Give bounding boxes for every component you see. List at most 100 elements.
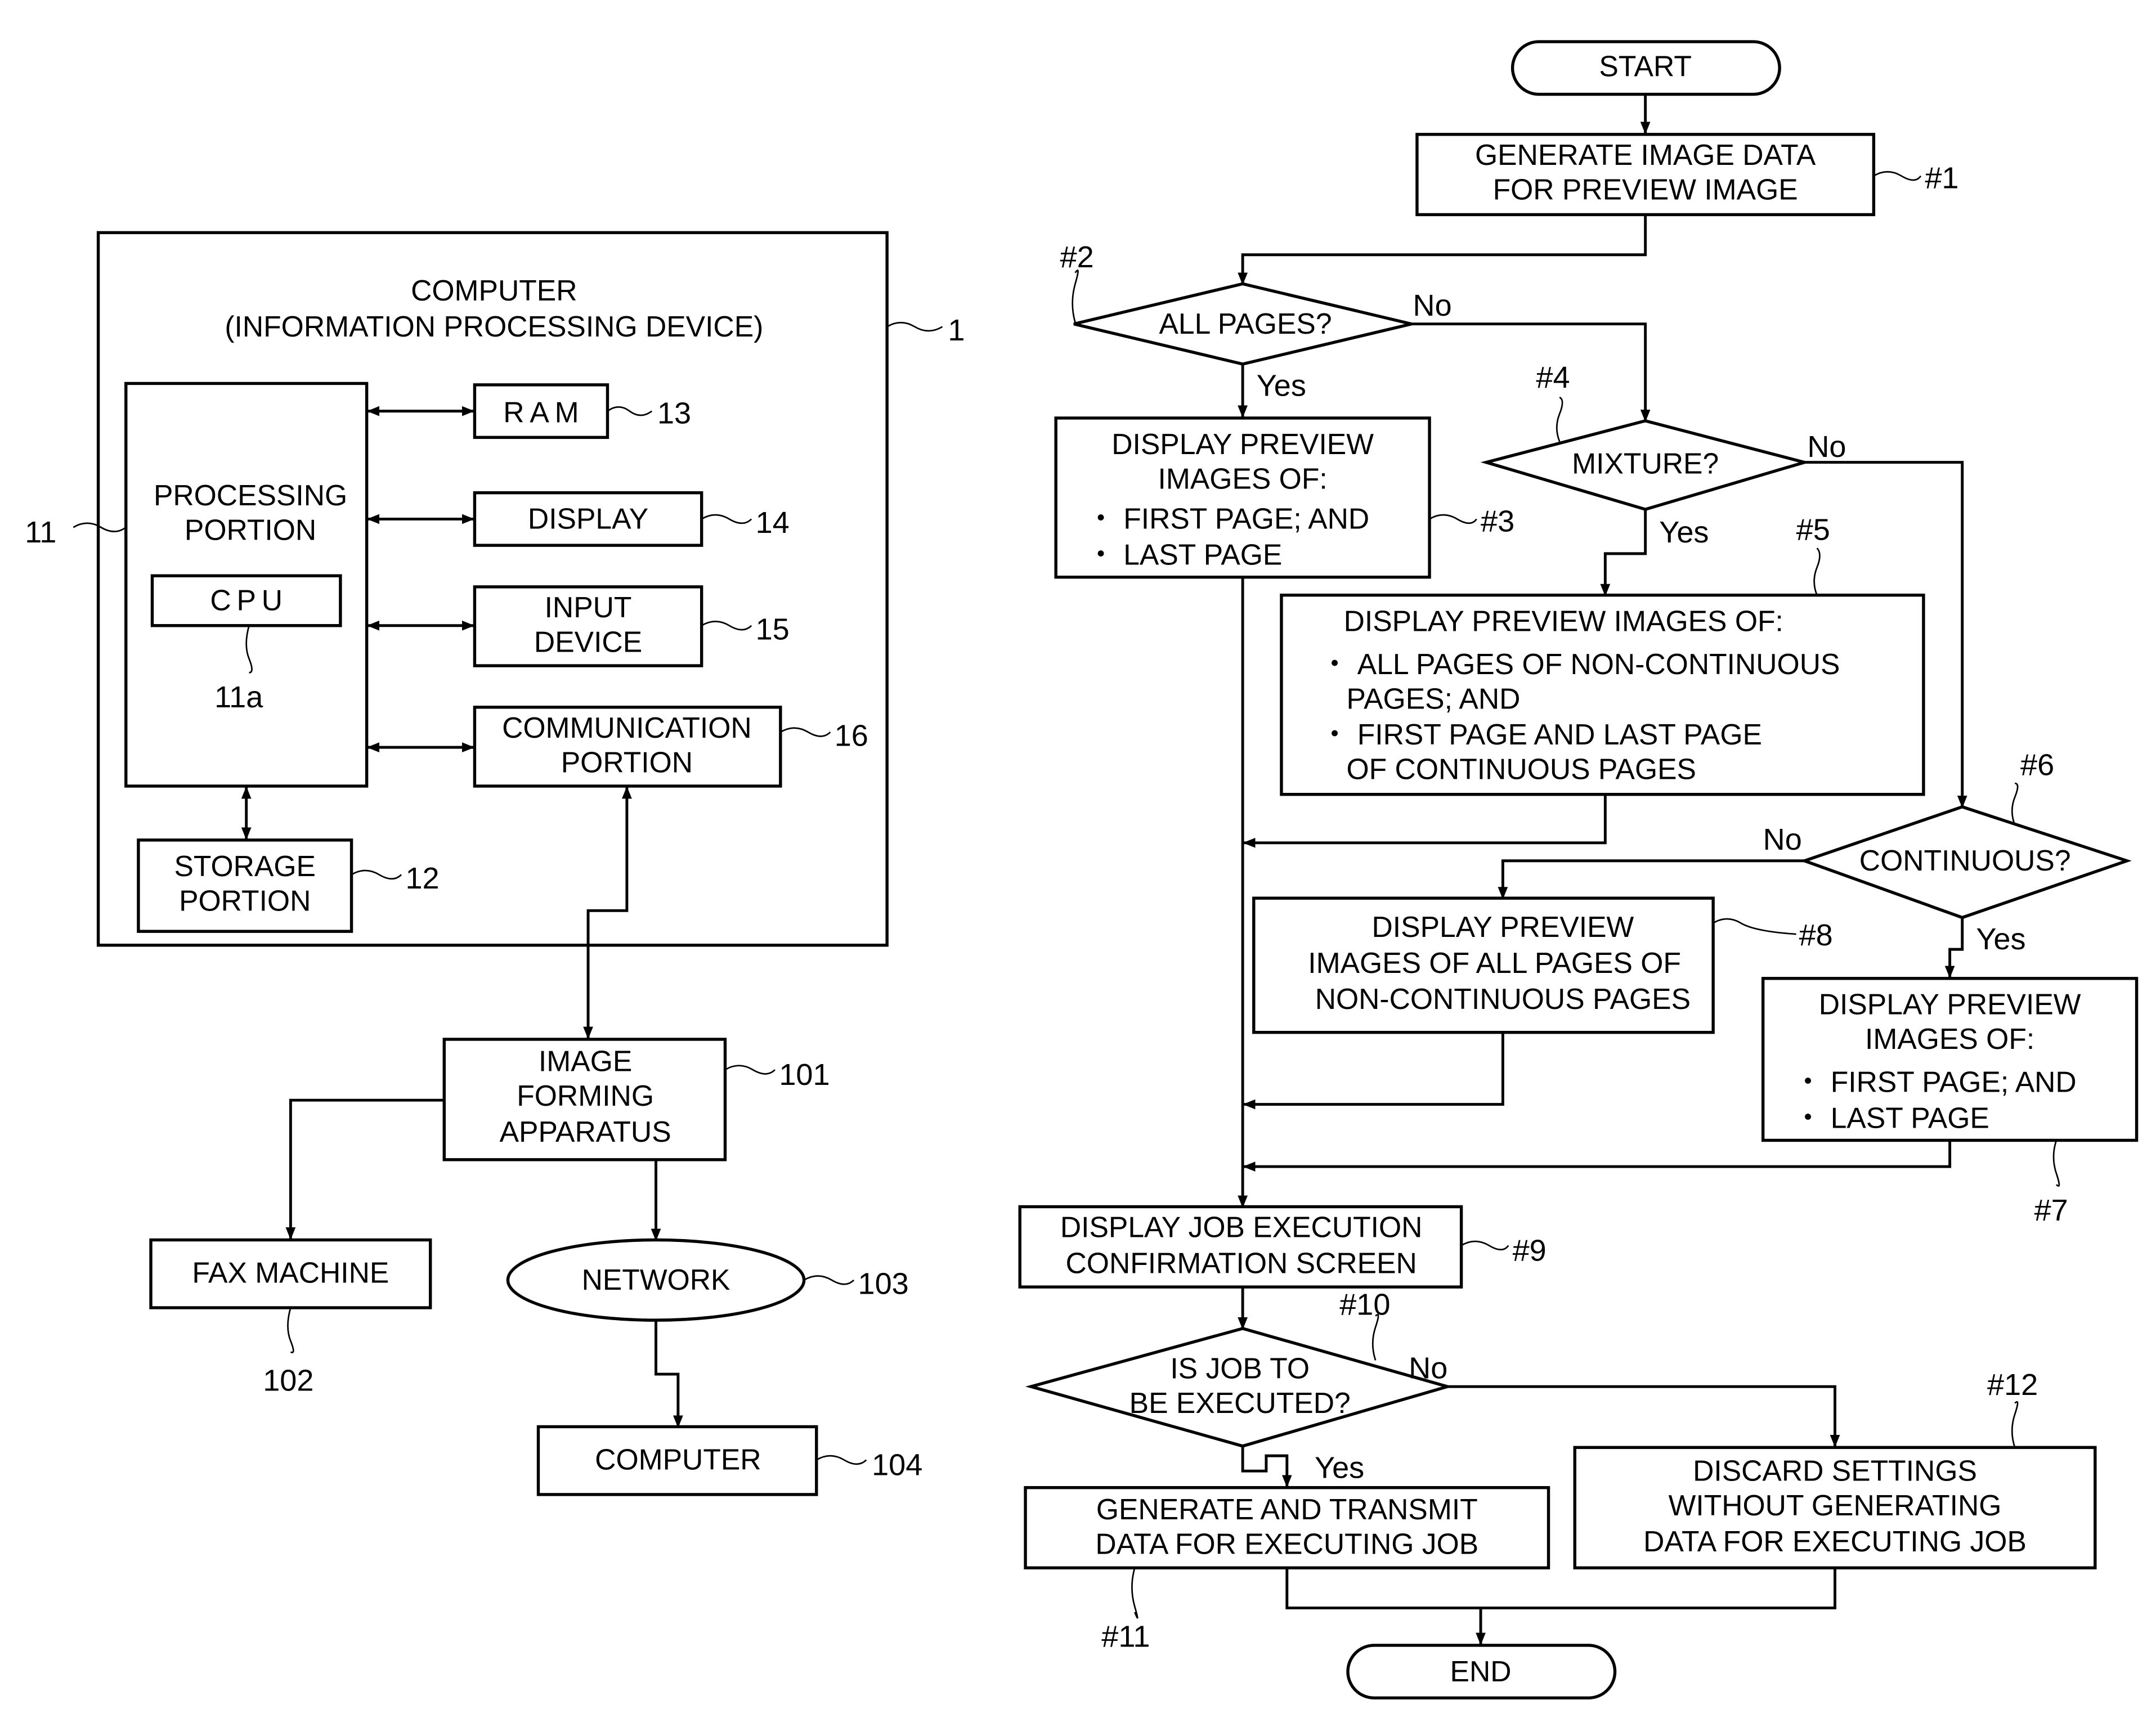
step-10-line1: IS JOB TO — [1170, 1352, 1310, 1384]
step-8-line1: DISPLAY PREVIEW — [1372, 910, 1634, 943]
ref-leader-102 — [287, 1307, 294, 1353]
ref-leader-step-9 — [1460, 1240, 1509, 1251]
storage-portion-line1: STORAGE — [174, 850, 316, 882]
step-5-ref: #5 — [1796, 513, 1830, 546]
step-8-line3: NON-CONTINUOUS PAGES — [1315, 982, 1691, 1015]
step-4-yes-label: Yes — [1659, 515, 1709, 549]
ref-101: 101 — [779, 1058, 830, 1092]
ref-16: 16 — [835, 719, 868, 753]
step-5-line1: DISPLAY PREVIEW IMAGES OF: — [1344, 605, 1783, 638]
ifa-line3: APPARATUS — [500, 1115, 671, 1148]
step-2-text: ALL PAGES? — [1159, 307, 1332, 340]
ifa-line1: IMAGE — [539, 1045, 632, 1078]
s5-merge-arrow — [1243, 794, 1607, 848]
s1-to-s2-arrow — [1238, 214, 1647, 285]
step-6-no-label: No — [1763, 823, 1802, 856]
step-12-line3: DATA FOR EXECUTING JOB — [1643, 1525, 2027, 1558]
step-9-ref: #9 — [1513, 1233, 1547, 1267]
s6-yes-arrow — [1944, 917, 1964, 979]
ref-leader-step-2 — [1072, 270, 1079, 323]
step-3-ref: #3 — [1481, 505, 1514, 539]
step-4-text: MIXTURE? — [1572, 447, 1719, 479]
block-diagram: COMPUTER (INFORMATION PROCESSING DEVICE)… — [25, 231, 965, 1496]
step-7-ref: #7 — [2034, 1193, 2068, 1227]
ifa-to-fax-arrow — [285, 1098, 445, 1240]
step-7-line2: IMAGES OF: — [1865, 1022, 2034, 1055]
step-3-line1: DISPLAY PREVIEW — [1111, 428, 1374, 460]
step-6-text: CONTINUOUS? — [1859, 844, 2071, 877]
step-5-line2: ・ ALL PAGES OF NON-CONTINUOUS — [1320, 648, 1840, 680]
ref-leader-101 — [724, 1065, 776, 1075]
step-8-line2: IMAGES OF ALL PAGES OF — [1308, 946, 1681, 979]
step-4-no-label: No — [1807, 430, 1846, 464]
s7-merge-arrow — [1243, 1140, 1952, 1172]
step-12-line2: WITHOUT GENERATING — [1669, 1489, 2002, 1522]
input-device-line2: DEVICE — [534, 625, 642, 658]
ref-leader-103 — [803, 1275, 855, 1285]
ref-11a: 11a — [214, 680, 263, 714]
computer-104-label: COMPUTER — [595, 1443, 761, 1476]
step-2-no-label: No — [1413, 289, 1452, 322]
s10-no-arrow — [1447, 1385, 1840, 1448]
step-3-line3: ・ FIRST PAGE; AND — [1086, 502, 1369, 535]
ref-leader-step-3 — [1429, 514, 1477, 524]
step-1-line2: FOR PREVIEW IMAGE — [1493, 173, 1798, 205]
ifa-line2: FORMING — [517, 1079, 654, 1112]
ref-leader-1 — [886, 321, 943, 332]
step-3-line4: ・ LAST PAGE — [1086, 539, 1282, 571]
end-label: END — [1450, 1655, 1512, 1688]
flowchart: START GENERATE IMAGE DATA FOR PREVIEW IM… — [1018, 40, 2139, 1700]
ram-label: RAM — [503, 396, 584, 428]
step-2-ref: #2 — [1060, 240, 1094, 274]
step-12-line1: DISCARD SETTINGS — [1693, 1454, 1977, 1487]
network-to-computer-arrow — [655, 1320, 683, 1428]
ref-14: 14 — [756, 506, 790, 540]
ref-leader-step-7 — [2052, 1140, 2060, 1187]
step-12-ref: #12 — [1987, 1368, 2038, 1402]
ref-leader-step-1 — [1873, 170, 1922, 181]
ref-leader-step-5 — [1813, 548, 1821, 596]
step-5-line5: OF CONTINUOUS PAGES — [1347, 753, 1696, 786]
start-label: START — [1599, 50, 1691, 83]
network-label: NETWORK — [582, 1263, 730, 1296]
ref-11: 11 — [25, 515, 56, 549]
ref-12: 12 — [405, 862, 439, 895]
ref-leader-step-6 — [2011, 782, 2019, 825]
fax-machine-label: FAX MACHINE — [192, 1257, 389, 1289]
processing-portion-line1: PROCESSING — [154, 479, 347, 511]
ref-104: 104 — [872, 1448, 922, 1482]
display-label: DISPLAY — [528, 502, 648, 535]
ref-102: 102 — [263, 1364, 313, 1398]
ref-103: 103 — [858, 1267, 909, 1300]
ref-1: 1 — [948, 313, 965, 347]
step-7-line4: ・ LAST PAGE — [1794, 1101, 1989, 1134]
step-10-ref: #10 — [1339, 1287, 1390, 1321]
patent-figure: COMPUTER (INFORMATION PROCESSING DEVICE)… — [25, 40, 2139, 1700]
ref-leader-step-10 — [1371, 1313, 1379, 1361]
ref-15: 15 — [756, 612, 790, 646]
cpu-label: CPU — [210, 584, 288, 617]
step-2-yes-label: Yes — [1257, 369, 1306, 403]
step-7-line1: DISPLAY PREVIEW — [1819, 988, 2081, 1021]
ref-leader-step-12 — [2011, 1401, 2019, 1448]
step-9-line1: DISPLAY JOB EXECUTION — [1060, 1211, 1423, 1244]
step-4-ref: #4 — [1536, 361, 1570, 394]
input-device-line1: INPUT — [545, 591, 632, 623]
storage-portion-line2: PORTION — [179, 884, 311, 917]
ref-leader-step-4 — [1556, 396, 1563, 442]
step-11-line1: GENERATE AND TRANSMIT — [1096, 1493, 1478, 1525]
processing-portion-line2: PORTION — [185, 513, 316, 546]
step-9-line2: CONFIRMATION SCREEN — [1066, 1247, 1417, 1280]
step-10-yes-label: Yes — [1315, 1451, 1364, 1484]
step-10-line2: BE EXECUTED? — [1129, 1387, 1351, 1419]
step-11-ref: #11 — [1101, 1619, 1150, 1653]
s4-yes-arrow — [1600, 509, 1647, 596]
ref-leader-104 — [816, 1455, 867, 1465]
computer-title-line2: (INFORMATION PROCESSING DEVICE) — [225, 310, 763, 343]
step-10-no-label: No — [1409, 1351, 1447, 1385]
step-6-yes-label: Yes — [1976, 922, 2025, 956]
communication-portion-line1: COMMUNICATION — [502, 711, 752, 744]
step-8-ref: #8 — [1799, 918, 1833, 952]
s12-merge-line — [1481, 1568, 1836, 1610]
step-11-line2: DATA FOR EXECUTING JOB — [1095, 1528, 1478, 1560]
